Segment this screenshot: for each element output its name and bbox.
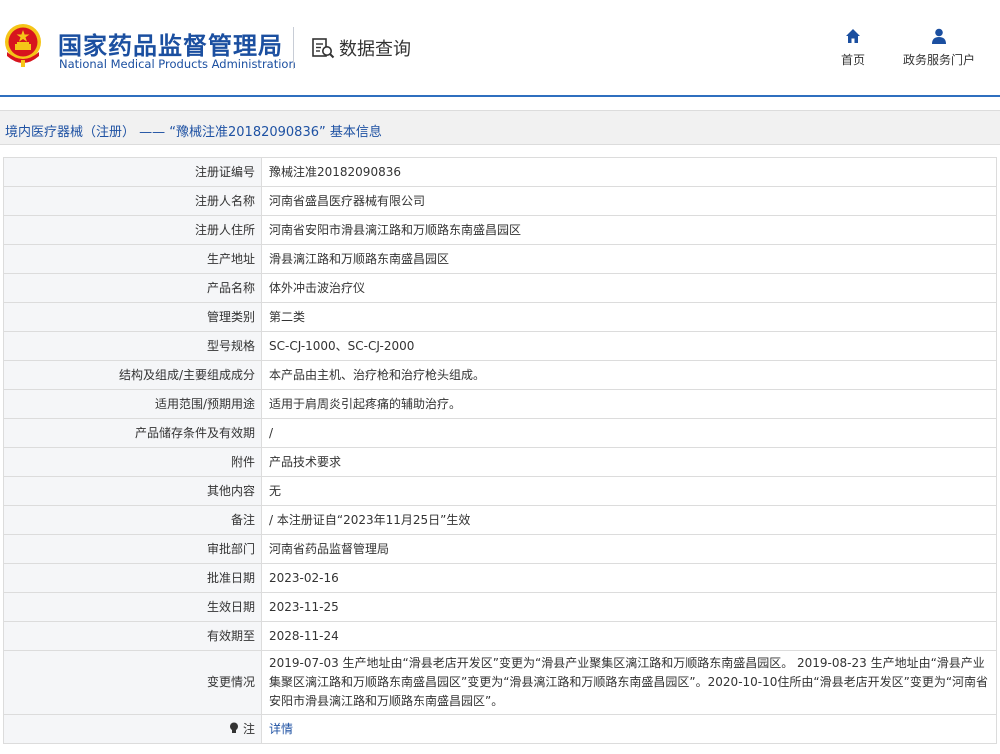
table-row: 注册证编号 豫械注准20182090836 [3,157,997,187]
field-value: 2028-11-24 [261,621,997,651]
data-query-label: 数据查询 [339,39,411,60]
field-label: 产品名称 [3,273,262,303]
field-label: 备注 [3,505,262,535]
table-row: 管理类别 第二类 [3,302,997,332]
table-row: 结构及组成/主要组成成分 本产品由主机、治疗枪和治疗枪头组成。 [3,360,997,390]
field-label: 注册证编号 [3,157,262,187]
nav-gov-service[interactable]: 政务服务门户 [903,28,975,68]
field-value: 2023-11-25 [261,592,997,622]
field-label: 审批部门 [3,534,262,564]
field-value: 河南省药品监督管理局 [261,534,997,564]
table-row: 注册人住所 河南省安阳市滑县漓江路和万顺路东南盛昌园区 [3,215,997,245]
table-row: 审批部门 河南省药品监督管理局 [3,534,997,564]
field-value: SC-CJ-1000、SC-CJ-2000 [261,331,997,361]
field-label: 适用范围/预期用途 [3,389,262,419]
field-value: 适用于肩周炎引起疼痛的辅助治疗。 [261,389,997,419]
info-table: 注册证编号 豫械注准20182090836 注册人名称 河南省盛昌医疗器械有限公司 … [3,157,997,744]
nav-gov-service-label: 政务服务门户 [903,53,976,67]
table-row: 变更情况 2019-07-03 生产地址由“滑县老店开发区”变更为“滑县产业聚集区… [3,650,997,715]
field-value: 滑县漓江路和万顺路东南盛昌园区 [261,244,997,274]
bulb-icon [230,722,239,733]
field-label: 有效期至 [3,621,262,651]
field-value: 河南省安阳市滑县漓江路和万顺路东南盛昌园区 [261,215,997,245]
user-icon [932,28,946,44]
field-value: 无 [261,476,997,506]
field-value: 体外冲击波治疗仪 [261,273,997,303]
field-label: 生产地址 [3,244,262,274]
data-query-icon [312,38,335,59]
org-name-cn: 国家药品监督管理局 [58,32,283,60]
field-label: 其他内容 [3,476,262,506]
field-label: 结构及组成/主要组成成分 [3,360,262,390]
details-link[interactable]: 详情 [269,722,293,736]
field-value: 2019-07-03 生产地址由“滑县老店开发区”变更为“滑县产业聚集区漓江路和… [261,650,997,715]
table-row: 产品名称 体外冲击波治疗仪 [3,273,997,303]
table-row: 其他内容无 [3,476,997,506]
field-label: 附件 [3,447,262,477]
national-emblem-icon [5,24,41,67]
field-label: 注册人住所 [3,215,262,245]
table-row: 注 详情 [3,714,997,744]
field-value: 产品技术要求 [261,447,997,477]
org-name-en: National Medical Products Administration [59,57,296,71]
header-divider [293,27,294,69]
field-label: 注册人名称 [3,186,262,216]
field-value: / 本注册证自“2023年11月25日”生效 [261,505,997,535]
nav-home-label: 首页 [841,53,866,67]
nav-home[interactable]: 首页 [841,28,865,68]
table-row: 注册人名称 河南省盛昌医疗器械有限公司 [3,186,997,216]
field-label: 产品储存条件及有效期 [3,418,262,448]
table-row: 批准日期 2023-02-16 [3,563,997,593]
field-value: 河南省盛昌医疗器械有限公司 [261,186,997,216]
note-label: 注 [242,721,255,736]
table-row: 备注 / 本注册证自“2023年11月25日”生效 [3,505,997,535]
table-row: 产品储存条件及有效期 / [3,418,997,448]
table-row: 有效期至 2028-11-24 [3,621,997,651]
field-label: 管理类别 [3,302,262,332]
breadcrumb: 境内医疗器械（注册） —— “豫械注准20182090836” 基本信息 [5,125,382,140]
table-row: 型号规格 SC-CJ-1000、SC-CJ-2000 [3,331,997,361]
table-row: 适用范围/预期用途 适用于肩周炎引起疼痛的辅助治疗。 [3,389,997,419]
field-label: 生效日期 [3,592,262,622]
field-value: 本产品由主机、治疗枪和治疗枪头组成。 [261,360,997,390]
header-accent-line [0,95,1000,97]
field-value: / [261,418,997,448]
table-row: 生效日期 2023-11-25 [3,592,997,622]
site-header: 国家药品监督管理局 National Medical Products Admi… [0,0,1000,97]
note-label-cell: 注 [3,714,262,744]
field-value: 第二类 [261,302,997,332]
breadcrumb-bar: 境内医疗器械（注册） —— “豫械注准20182090836” 基本信息 [0,110,1000,145]
field-label: 批准日期 [3,563,262,593]
field-value: 2023-02-16 [261,563,997,593]
table-row: 附件 产品技术要求 [3,447,997,477]
data-query-link[interactable]: 数据查询 [311,35,411,61]
field-label: 变更情况 [3,650,262,715]
field-label: 型号规格 [3,331,262,361]
home-icon [846,29,860,43]
table-row: 生产地址 滑县漓江路和万顺路东南盛昌园区 [3,244,997,274]
field-value: 豫械注准20182090836 [261,157,997,187]
